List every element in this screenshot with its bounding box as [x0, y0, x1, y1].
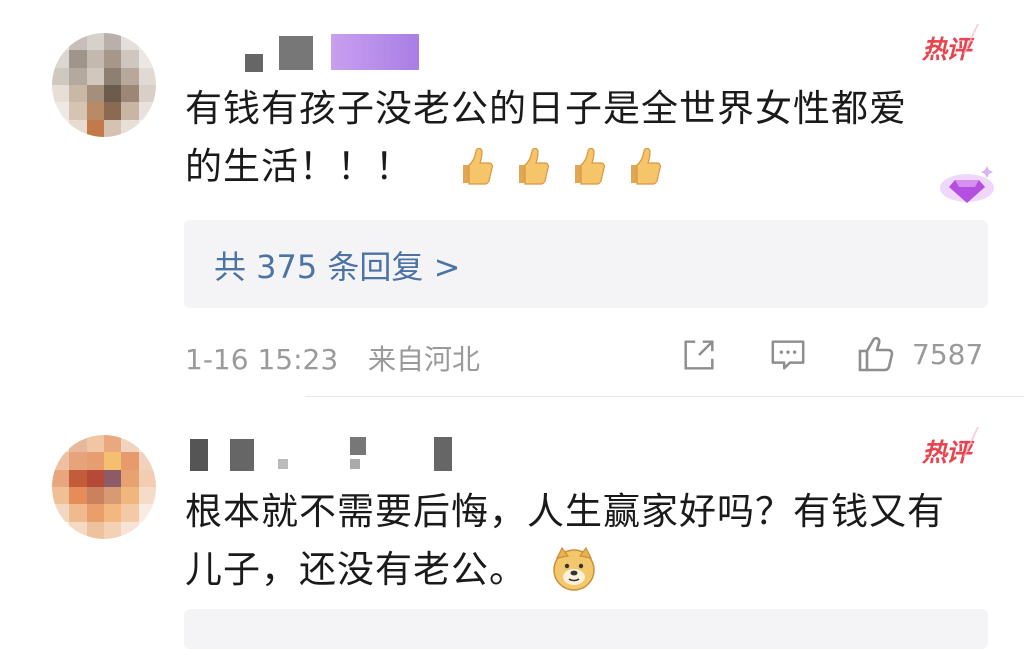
comment-text: 根本就不需要后悔，人生赢家好吗？有钱又有 儿子，还没有老公。 [185, 483, 945, 599]
thumbs-up-emoji-icon [574, 147, 605, 185]
comment-text-line-2-text: 儿子，还没有老公。 [185, 548, 527, 591]
comment-meta: 1-16 15:23 来自河北 [185, 338, 480, 378]
username-censored[interactable] [245, 34, 425, 74]
comment-text-line-1: 有钱有孩子没老公的日子是全世界女性都爱 [185, 87, 907, 130]
comment-text-line-2: 儿子，还没有老公。 [185, 541, 945, 599]
like-count: 7587 [912, 338, 984, 371]
avatar[interactable] [52, 33, 156, 137]
like-icon[interactable] [856, 334, 896, 374]
comment-item-1: 热评 有钱有孩子没老公的日子是全世界女性都爱 的生活！！！ 共 375 条回复 … [0, 0, 1024, 396]
doge-emoji-icon [553, 546, 595, 591]
comment-text-line-2: 的生活！！！ [185, 138, 907, 196]
hot-comment-badge: 热评 [922, 30, 971, 66]
comment-text-line-1: 根本就不需要后悔，人生赢家好吗？有钱又有 [185, 490, 945, 533]
thumbs-up-emoji-icon [630, 147, 661, 185]
share-icon[interactable] [680, 336, 718, 374]
username-censored[interactable] [190, 435, 470, 475]
thumbs-up-emoji-icon [518, 147, 549, 185]
comment-text: 有钱有孩子没老公的日子是全世界女性都爱 的生活！！！ [185, 80, 907, 196]
hot-comment-badge: 热评 [922, 433, 971, 469]
view-replies-link[interactable]: 共 375 条回复 > [214, 242, 460, 288]
reply-summary-box[interactable] [184, 609, 988, 649]
timestamp: 1-16 15:23 [185, 343, 339, 376]
location: 来自河北 [367, 343, 480, 376]
comment-text-line-2-text: 的生活！！！ [185, 145, 413, 188]
avatar[interactable] [52, 435, 156, 539]
thumbs-up-emoji-icon [462, 147, 493, 185]
reply-summary-box[interactable]: 共 375 条回复 > [184, 220, 988, 308]
gem-badge-icon [940, 166, 994, 203]
comment-item-2: 热评 根本就不需要后悔，人生赢家好吗？有钱又有 儿子，还没有老公。 [0, 397, 1024, 649]
comment-icon[interactable] [768, 336, 808, 374]
